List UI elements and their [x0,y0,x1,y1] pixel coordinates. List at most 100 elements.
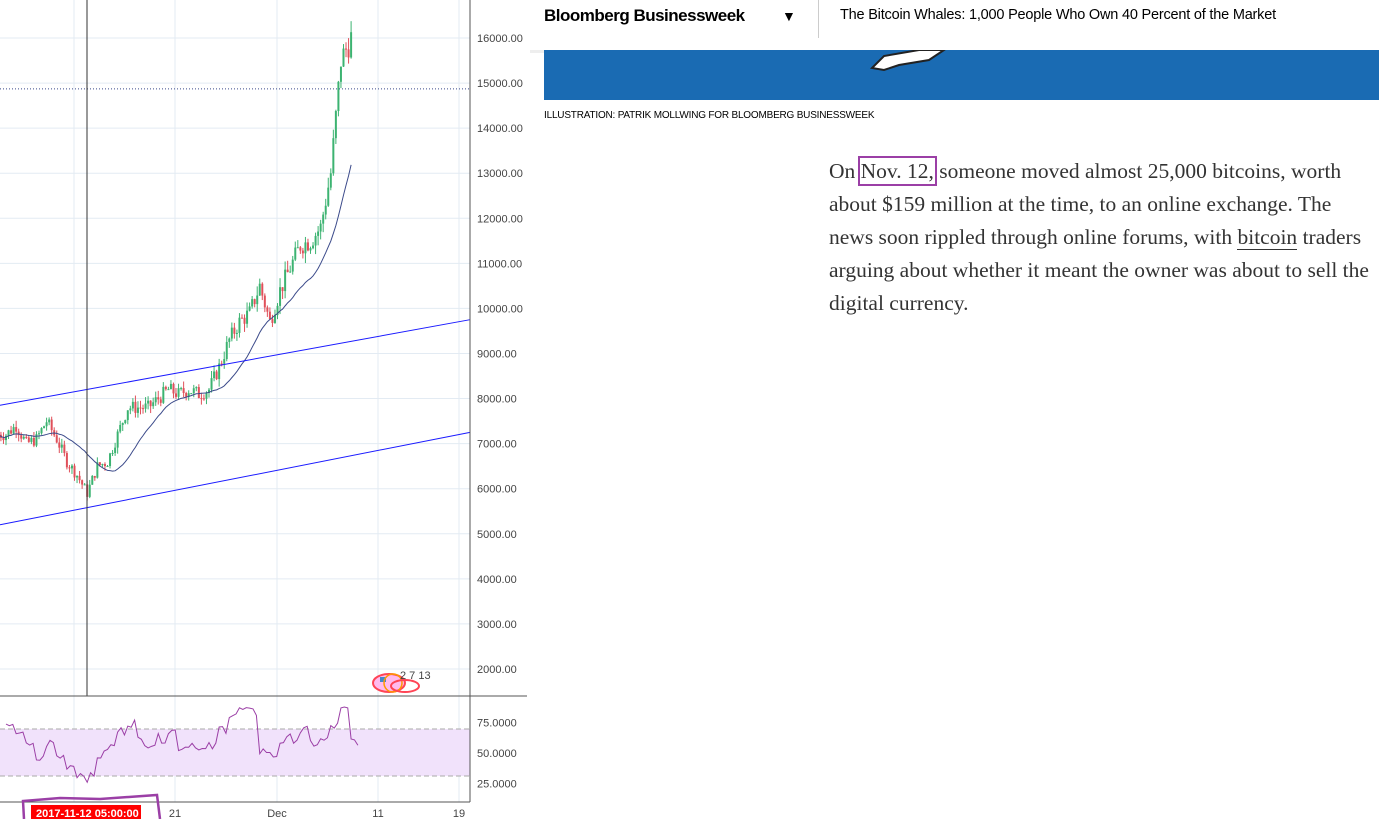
candle [30,437,33,442]
candle [169,383,172,390]
candle [164,386,167,390]
candle [63,444,66,454]
candle [337,81,340,112]
candle [312,245,315,249]
price-tick-label: 4000.00 [477,574,517,586]
time-tick-label: 21 [169,808,181,819]
candle [299,247,302,251]
crosshair-time-label: 2017-11-12 05:00:00 [36,808,139,819]
candle [332,138,335,174]
candle [210,378,213,390]
whale-illustration-icon [869,50,946,72]
candle [101,464,104,466]
candle [296,247,299,249]
candle [27,437,30,442]
candle [119,424,122,432]
candle [139,407,142,409]
candle [279,287,282,306]
candle [294,247,297,260]
candle [289,271,292,273]
bitcoin-link[interactable]: bitcoin [1237,225,1298,250]
candle [258,283,261,296]
time-tick-label: 11 [372,808,383,819]
price-tick-label: 14000.00 [477,123,523,135]
candle [235,332,238,334]
candle [76,475,79,478]
event-label: 2 7 13 [400,670,431,682]
candle [37,433,40,435]
candle [83,484,86,486]
price-tick-label: 13000.00 [477,168,523,180]
candle [192,388,195,394]
circled-date: Nov. 12, [857,156,937,186]
candle [48,419,51,423]
candle [129,408,132,411]
headline: The Bitcoin Whales: 1,000 People Who Own… [840,7,1276,23]
candle [154,397,157,403]
price-tick-label: 6000.00 [477,484,517,496]
candle [195,387,198,389]
trend-line-lower[interactable] [0,431,471,526]
price-tick-label: 12000.00 [477,213,523,225]
price-tick-label: 16000.00 [477,33,523,45]
candle [314,235,317,246]
price-axis[interactable]: 16000.00 15000.00 14000.00 13000.00 12000.00… [477,33,523,676]
candle [55,435,58,443]
candle [342,48,345,67]
candle [286,269,289,273]
candle [256,295,259,305]
candle [159,399,162,403]
price-chart[interactable]: 16000.00 15000.00 14000.00 13000.00 12000.00… [0,0,530,819]
candle [291,259,294,272]
price-tick-label: 11000.00 [477,258,522,270]
brand-logo[interactable]: Bloomberg Businessweek [544,6,745,26]
candle [261,283,264,296]
candle [266,307,269,312]
candle [322,214,325,224]
rsi-tick-label: 50.0000 [477,748,517,760]
candle [327,187,330,206]
candle [233,327,236,334]
candle [15,427,18,432]
candle [109,453,112,466]
candle [40,428,43,434]
event-flag-icon[interactable]: 2 7 13 [372,670,431,693]
candle [114,447,117,454]
candle [200,398,203,400]
candle [246,310,249,324]
candle [347,49,350,58]
candle [180,388,183,390]
candle [126,410,129,421]
candle [268,311,271,320]
candle [152,402,155,407]
candle [10,430,13,434]
image-caption: ILLUSTRATION: PATRIK MOLLWING FOR BLOOMB… [544,110,875,121]
candle [182,388,185,394]
candle [228,338,231,342]
candle [68,467,71,469]
candle [60,444,63,448]
candle [185,393,188,397]
candle [70,465,73,469]
candle [238,317,241,333]
candle [111,453,114,455]
candle [7,430,10,436]
candle [230,327,233,339]
candle [339,66,342,82]
time-tick-label: 19 [453,808,465,819]
price-tick-label: 10000.00 [477,303,523,315]
candle [25,436,28,438]
candle [58,442,61,448]
candle [350,32,353,58]
candle [304,242,307,254]
time-axis[interactable]: 21 Dec 11 19 [169,808,465,819]
rsi-axis: 75.0000 50.0000 25.0000 [477,718,517,791]
candle [142,408,145,410]
candle [284,269,287,292]
price-tick-label: 8000.00 [477,394,517,406]
candle [319,223,322,232]
chevron-down-icon[interactable]: ▼ [782,8,796,24]
candle [22,436,25,439]
rsi-band [0,729,470,776]
candle [329,173,332,188]
